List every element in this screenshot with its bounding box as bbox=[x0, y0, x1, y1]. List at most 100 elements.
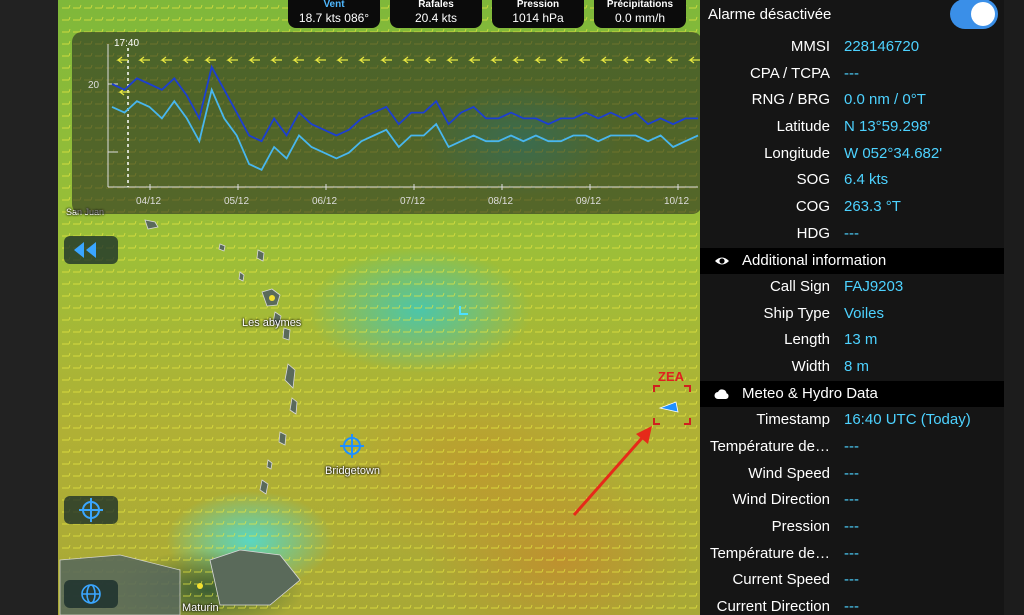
x-tick-label: 09/12 bbox=[576, 196, 601, 207]
row-label: Wind Direction bbox=[732, 491, 830, 508]
row-value: --- bbox=[844, 438, 859, 455]
info-row: Length 13 m bbox=[700, 327, 1004, 353]
row-label: COG bbox=[795, 198, 830, 215]
info-row: COG 263.3 °T bbox=[700, 194, 1004, 220]
rewind-icon bbox=[74, 242, 96, 258]
x-tick-label: 06/12 bbox=[312, 196, 337, 207]
info-row: Wind Direction --- bbox=[700, 487, 1004, 513]
wind-arrow-icon bbox=[666, 56, 678, 64]
row-value: 13 m bbox=[844, 331, 878, 348]
tab-value: 0.0 mm/h bbox=[614, 11, 665, 25]
tab-value: 18.7 kts 086° bbox=[298, 11, 370, 25]
wind-arrow-icon bbox=[116, 56, 128, 64]
info-row: Wind Speed --- bbox=[700, 461, 1004, 487]
info-row: Pression --- bbox=[700, 514, 1004, 540]
wind-arrow-icon bbox=[204, 56, 216, 64]
forecast-chart: 20 17:40 04/12 05/12 06/12 07/12 08/12 09/12 1… bbox=[88, 38, 700, 207]
wind-arrow-icon bbox=[622, 56, 634, 64]
tab-vent[interactable]: Vent 18.7 kts 086° bbox=[288, 0, 380, 28]
data-tab-bar: Vent 18.7 kts 086° Rafales 20.4 kts Pres… bbox=[288, 0, 686, 28]
wind-arrow-icon bbox=[182, 56, 194, 64]
row-label: RNG / BRG bbox=[751, 91, 830, 108]
wind-arrow-icon bbox=[336, 56, 348, 64]
row-label: Température de… bbox=[709, 438, 830, 455]
row-value: --- bbox=[844, 465, 859, 482]
series-line-gust bbox=[111, 86, 699, 171]
row-label: Timestamp bbox=[756, 411, 830, 428]
row-value: 228146720 bbox=[844, 38, 920, 55]
wind-arrow-icon bbox=[402, 56, 414, 64]
wind-arrow-icon bbox=[292, 56, 304, 64]
row-label: Current Direction bbox=[716, 598, 830, 615]
wind-arrow-icon bbox=[644, 56, 656, 64]
row-value: N 13°59.298' bbox=[844, 118, 931, 135]
tab-title: Pression bbox=[516, 0, 560, 10]
row-label: Latitude bbox=[776, 118, 830, 135]
row-label: Wind Speed bbox=[748, 465, 830, 482]
row-label: Température de… bbox=[709, 545, 830, 562]
row-value: 263.3 °T bbox=[844, 198, 901, 215]
locate-button[interactable] bbox=[64, 496, 118, 524]
info-row: CPA / TCPA --- bbox=[700, 61, 1004, 87]
series-lines bbox=[111, 64, 699, 171]
bridgetown-marker-icon[interactable] bbox=[340, 434, 364, 458]
tab-title: Vent bbox=[323, 0, 345, 10]
wind-arrow-icon bbox=[688, 56, 700, 64]
section-meteo-hydro[interactable]: Meteo & Hydro Data bbox=[700, 381, 1004, 407]
row-label: HDG bbox=[796, 225, 830, 242]
eye-icon bbox=[715, 257, 729, 265]
info-row: Call Sign FAJ9203 bbox=[700, 274, 1004, 300]
wind-arrow-icon bbox=[578, 56, 590, 64]
tab-value: 20.4 kts bbox=[414, 11, 458, 25]
wind-arrow-icon bbox=[446, 56, 458, 64]
row-value: --- bbox=[844, 518, 859, 535]
info-row: Timestamp 16:40 UTC (Today) bbox=[700, 407, 1004, 433]
row-value: FAJ9203 bbox=[844, 278, 904, 295]
row-label: MMSI bbox=[790, 38, 830, 55]
info-row: HDG --- bbox=[700, 221, 1004, 247]
tab-rafales[interactable]: Rafales 20.4 kts bbox=[390, 0, 482, 28]
tab-pression[interactable]: Pression 1014 hPa bbox=[492, 0, 584, 28]
row-label: Call Sign bbox=[769, 278, 830, 295]
waypoint-icon[interactable] bbox=[459, 306, 468, 315]
tab-precipitations[interactable]: Précipitations 0.0 mm/h bbox=[594, 0, 686, 28]
wind-arrow-icon bbox=[270, 56, 282, 64]
info-row: SOG 6.4 kts bbox=[700, 167, 1004, 193]
section-title: Meteo & Hydro Data bbox=[742, 385, 878, 402]
forecast-chart-panel[interactable]: 20 17:40 04/12 05/12 06/12 07/12 08/12 09/12 1… bbox=[72, 32, 702, 214]
x-tick-label: 05/12 bbox=[224, 196, 249, 207]
ais-target-panel[interactable]: Alarme désactivée MMSI 228146720 CPA / TC… bbox=[700, 0, 1004, 615]
row-value: 16:40 UTC (Today) bbox=[844, 411, 971, 428]
rewind-button[interactable] bbox=[64, 236, 118, 264]
toggle-knob bbox=[971, 2, 995, 26]
annotation-arrow bbox=[572, 426, 652, 516]
wind-arrow-icon bbox=[600, 56, 612, 64]
row-label: Length bbox=[784, 331, 830, 348]
section-additional-information[interactable]: Additional information bbox=[700, 248, 1004, 274]
islands bbox=[59, 219, 301, 615]
info-row: Température de… --- bbox=[700, 434, 1004, 460]
info-row: Latitude N 13°59.298' bbox=[700, 114, 1004, 140]
row-label: CPA / TCPA bbox=[749, 65, 830, 82]
row-label: Width bbox=[791, 358, 830, 375]
x-tick-label: 07/12 bbox=[400, 196, 425, 207]
info-row: Température de… --- bbox=[700, 541, 1004, 567]
row-value: 6.4 kts bbox=[844, 171, 889, 188]
tab-value: 1014 hPa bbox=[512, 11, 564, 25]
alarm-label: Alarme désactivée bbox=[708, 6, 832, 23]
info-row: Current Direction --- bbox=[700, 594, 1004, 615]
wind-arrow-icon bbox=[556, 56, 568, 64]
row-label: Current Speed bbox=[732, 571, 830, 588]
alarm-toggle[interactable] bbox=[950, 0, 998, 29]
row-value: 0.0 nm / 0°T bbox=[844, 91, 926, 108]
crosshair-icon bbox=[79, 498, 103, 522]
wind-arrow-icon bbox=[160, 56, 172, 64]
globe-button[interactable] bbox=[64, 580, 118, 608]
info-row: Current Speed --- bbox=[700, 567, 1004, 593]
wind-arrow-icon bbox=[512, 56, 524, 64]
wind-arrow-icon bbox=[358, 56, 370, 64]
wind-arrow-icon bbox=[248, 56, 260, 64]
wind-arrow-icon bbox=[468, 56, 480, 64]
info-row: RNG / BRG 0.0 nm / 0°T bbox=[700, 87, 1004, 113]
row-label: Ship Type bbox=[763, 305, 830, 322]
